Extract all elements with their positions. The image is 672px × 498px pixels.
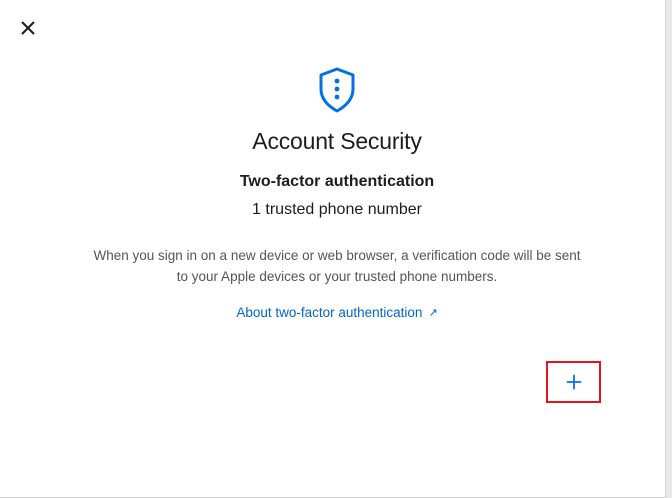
two-factor-heading: Two-factor authentication [239,173,435,190]
about-two-factor-link-label: About two-factor authentication [236,305,423,320]
shield-icon [316,66,358,114]
two-factor-description: When you sign in on a new device or web … [93,248,581,284]
close-button[interactable] [14,14,42,42]
close-icon [20,20,36,36]
page-title: Account Security [252,128,422,154]
external-link-arrow-icon: ↗ [428,307,438,319]
trusted-phone-count: 1 trusted phone number [252,201,422,218]
account-security-dialog: Account Security Two-factor authenticati… [0,0,666,498]
plus-icon [566,374,582,390]
about-two-factor-link[interactable]: About two-factor authentication ↗ [0,305,672,320]
add-trusted-phone-button[interactable] [546,361,601,403]
